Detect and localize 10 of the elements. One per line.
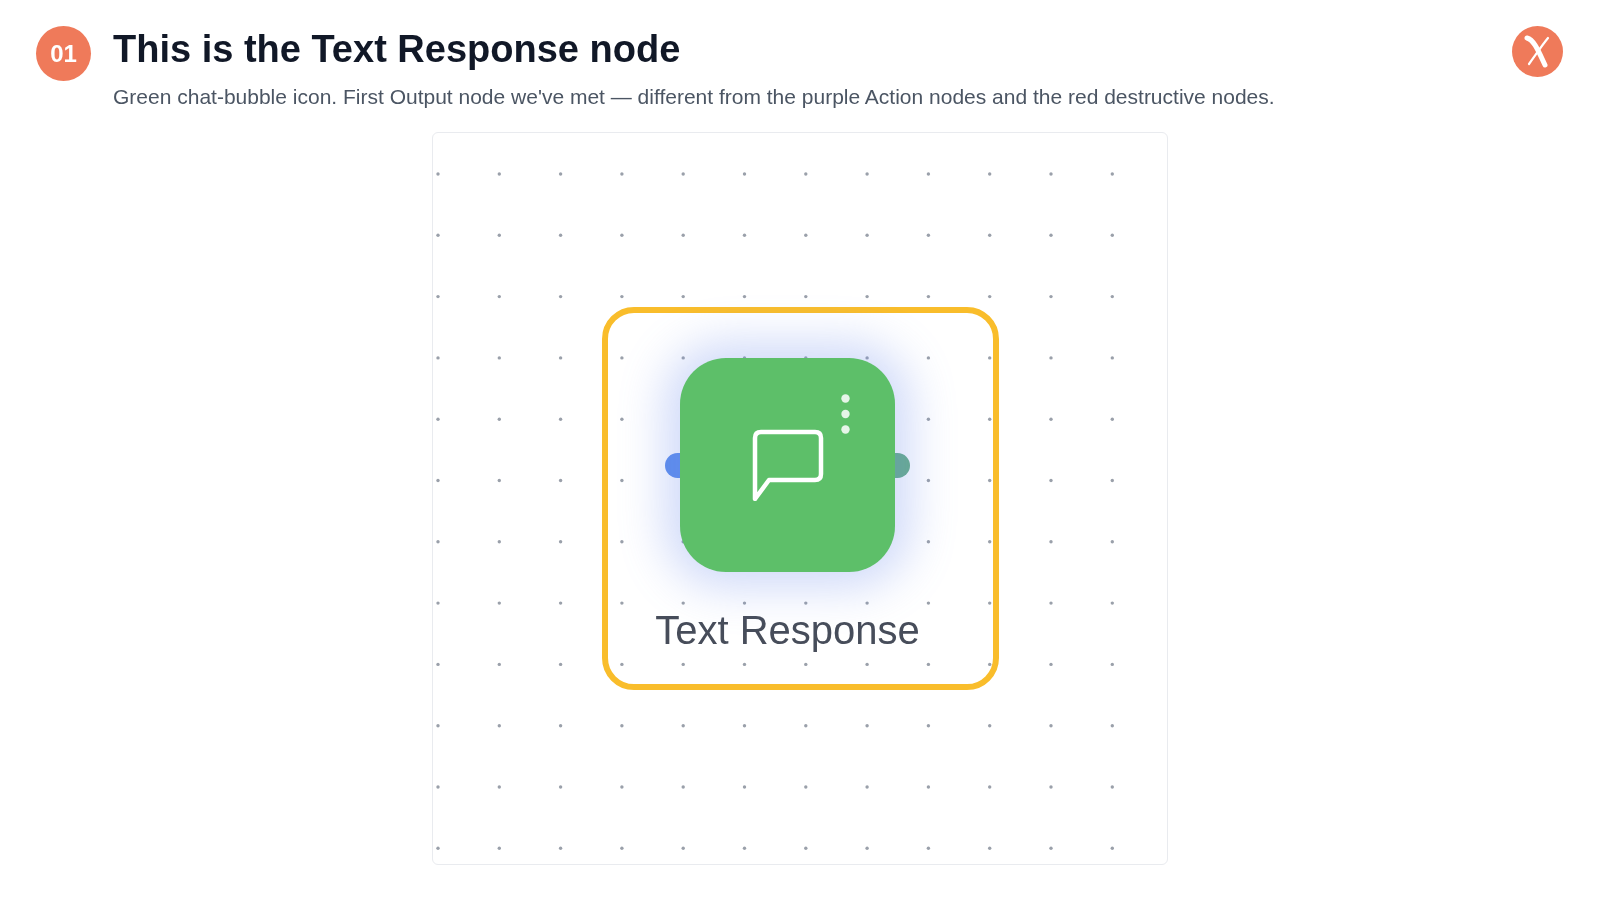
- brand-logo: [1512, 26, 1563, 77]
- text-response-node[interactable]: [680, 358, 895, 572]
- input-port[interactable]: [665, 453, 680, 478]
- output-port[interactable]: [895, 453, 910, 478]
- node-label: Text Response: [655, 608, 920, 652]
- chat-bubble-icon: [751, 429, 824, 501]
- step-number-badge: 01: [36, 26, 91, 81]
- slide-title: This is the Text Response node: [113, 27, 681, 72]
- kebab-menu-icon[interactable]: [841, 394, 850, 434]
- slide-subtitle: Green chat-bubble icon. First Output node we've met — different from the purple Action nodes and the red destructive nodes.: [113, 84, 1275, 110]
